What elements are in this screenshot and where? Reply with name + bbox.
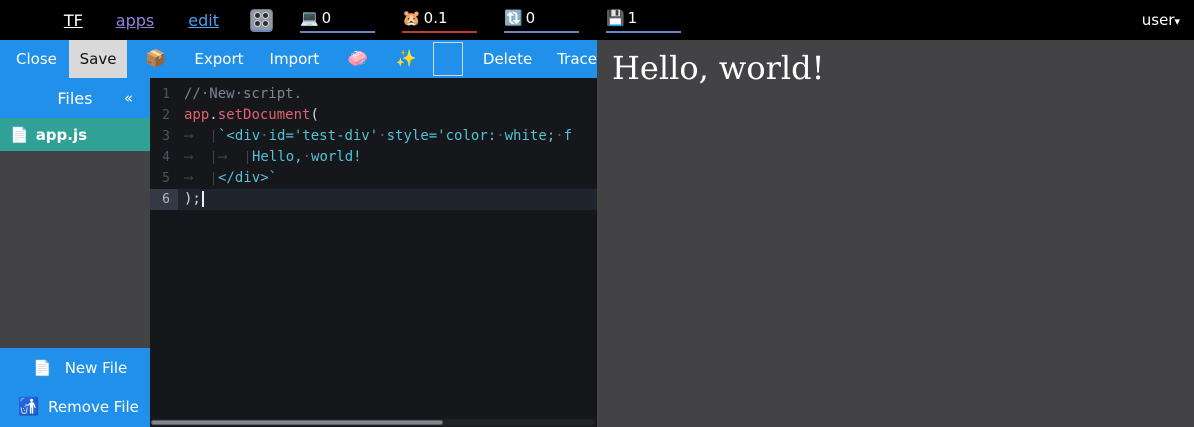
tab-whitespace-marker: ⟶ [184, 151, 214, 164]
nav-link-edit[interactable]: edit [188, 11, 219, 30]
files-sidebar: Files « 📄 app.js 📄 New File 🚮 Remove [0, 78, 150, 427]
metric-cpu[interactable]: 💻 0 [300, 7, 375, 33]
laptop-icon: 💻 [300, 9, 319, 27]
code-line[interactable]: 3⟶`<div·id='test-div'·style='color:·whit… [150, 126, 597, 147]
save-button[interactable]: Save [69, 40, 127, 78]
code-token: id='test-div' [269, 128, 379, 144]
document-icon: 📄 [10, 126, 29, 144]
code-text: ⟶`<div·id='test-div'·style='color:·white… [178, 126, 597, 147]
line-number: 4 [150, 147, 178, 168]
code-text: ⟶ ⟶ Hello,·world! [178, 147, 597, 168]
remove-file-label: Remove File [48, 398, 139, 416]
line-number: 6 [150, 189, 178, 210]
user-menu[interactable]: user▾ [1142, 11, 1180, 29]
metric-value: 0.1 [424, 9, 448, 27]
remove-file-button[interactable]: 🚮 Remove File [0, 387, 150, 427]
litter-bin-icon: 🚮 [18, 397, 39, 417]
app-preview-panel: Hello, world! [597, 40, 1194, 427]
code-lines: 1//·New·script.2app.setDocument(3⟶`<div·… [150, 78, 597, 210]
code-token: `<div [218, 128, 260, 144]
code-line[interactable]: 5 ⟶ </div>` [150, 168, 597, 189]
code-token: · [555, 128, 563, 144]
new-file-button[interactable]: 📄 New File [0, 348, 150, 387]
metric-value: 0 [526, 9, 536, 27]
tab-whitespace-marker: ⟶ [218, 151, 248, 164]
code-text: ); [178, 189, 597, 210]
package-icon-button[interactable]: 📦 [145, 49, 166, 69]
code-line[interactable]: 1 //·New·script. [150, 84, 597, 105]
code-token: · [378, 128, 386, 144]
sunglasses-face-icon: 😎 [14, 9, 34, 31]
metric-sync[interactable]: 🔃 0 [504, 7, 579, 33]
code-token: · [260, 128, 268, 144]
code-line[interactable]: 4 ⟶ ⟶ Hello,·world! [150, 147, 597, 168]
blank-button[interactable] [433, 42, 463, 76]
code-token: style='color: [387, 128, 497, 144]
code-token: f [564, 128, 572, 144]
scrollbar-thumb[interactable] [151, 420, 443, 425]
export-button[interactable]: Export [194, 50, 243, 68]
import-button[interactable]: Import [270, 50, 320, 68]
files-header-label: Files [0, 89, 124, 108]
nav-link-apps[interactable]: apps [116, 11, 154, 30]
clockwise-arrows-icon: 🔃 [504, 9, 523, 27]
code-token: · [303, 149, 311, 165]
code-token: Hello, [252, 149, 303, 165]
code-token: . [209, 107, 217, 123]
line-number: 1 [150, 84, 178, 105]
metric-value: 0 [322, 9, 332, 27]
code-token: ); [184, 191, 201, 207]
editor-toolbar: Close Save 📦 Export Import 🧼 ✨ Delete Tr… [0, 40, 597, 78]
floppy-disk-icon: 💾 [606, 9, 625, 27]
file-list-empty-area [0, 151, 150, 348]
soap-icon-button[interactable]: 🧼 [347, 49, 368, 69]
code-text: ⟶ </div>` [178, 168, 597, 189]
file-item-appjs[interactable]: 📄 app.js [0, 118, 150, 151]
code-token: white; [505, 128, 556, 144]
sparkles-icon-button[interactable]: ✨ [395, 49, 416, 69]
code-token: · [496, 128, 504, 144]
delete-button[interactable]: Delete [483, 50, 532, 68]
app-window: 😎 TF apps edit 💻 0 🐹 0.1 🔃 0 💾 1 user▾ C… [0, 0, 1194, 427]
line-number: 3 [150, 126, 178, 147]
code-token: //·New·script. [184, 86, 302, 102]
hamster-icon: 🐹 [402, 9, 421, 27]
code-text: //·New·script. [178, 84, 597, 105]
control-knobs-icon[interactable] [250, 9, 273, 32]
tab-whitespace-marker: ⟶ [184, 172, 214, 185]
code-editor[interactable]: 1//·New·script.2app.setDocument(3⟶`<div·… [150, 78, 597, 427]
preview-hello-text: Hello, world! [612, 50, 1194, 87]
horizontal-scrollbar[interactable] [151, 419, 595, 426]
files-header: Files « [0, 78, 150, 118]
line-number: 5 [150, 168, 178, 189]
code-token: app [184, 107, 209, 123]
brand-link-tf[interactable]: TF [64, 11, 83, 30]
page-icon: 📄 [33, 359, 52, 377]
new-file-label: New File [65, 359, 128, 377]
close-button[interactable]: Close [16, 50, 57, 68]
code-line[interactable]: 2app.setDocument( [150, 105, 597, 126]
trace-button[interactable]: Trace [557, 50, 597, 68]
tab-whitespace-marker: ⟶ [184, 130, 214, 143]
editor-pane: Close Save 📦 Export Import 🧼 ✨ Delete Tr… [0, 40, 597, 427]
metric-saves[interactable]: 💾 1 [606, 7, 681, 33]
text-cursor [202, 191, 204, 207]
collapse-sidebar-icon[interactable]: « [124, 89, 133, 107]
code-token: setDocument [218, 107, 311, 123]
metric-hamster[interactable]: 🐹 0.1 [402, 7, 477, 33]
line-number: 2 [150, 105, 178, 126]
chevron-down-icon: ▾ [1174, 15, 1180, 28]
code-text: app.setDocument( [178, 105, 597, 126]
topbar: 😎 TF apps edit 💻 0 🐹 0.1 🔃 0 💾 1 user▾ [0, 0, 1194, 40]
code-token: </div>` [218, 170, 277, 186]
code-token: world! [311, 149, 362, 165]
code-token: ( [310, 107, 318, 123]
code-line[interactable]: 6); [150, 189, 597, 210]
metric-value: 1 [628, 9, 638, 27]
file-name: app.js [36, 126, 87, 144]
